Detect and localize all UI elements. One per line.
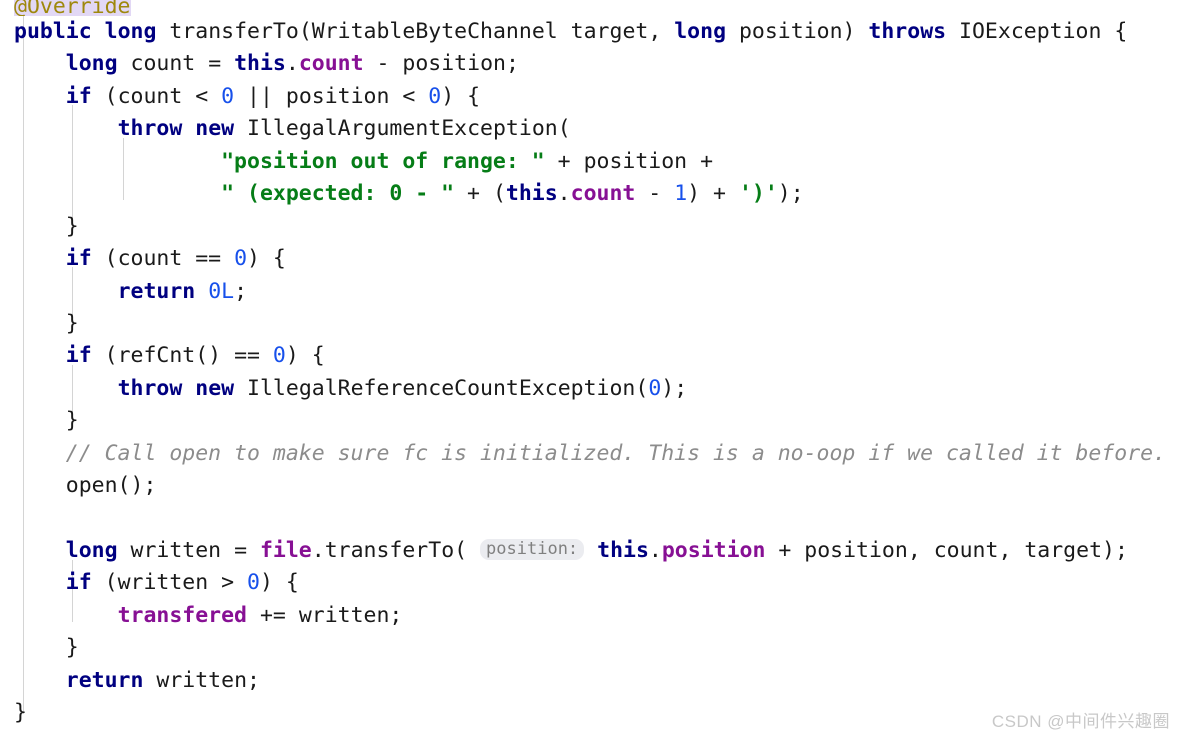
code-line-if-count-zero[interactable]: if (count == 0) { [0,243,1184,275]
code-line-throw-irce[interactable]: throw new IllegalReferenceCountException… [0,373,1184,405]
keyword-return-2: return [65,667,144,693]
var-count-ref: count [117,83,183,109]
var-count-ref-3: count [933,538,999,563]
number-zero-4: 0 [272,343,286,369]
number-zero-long: 0L [208,278,235,304]
code-line-if-range-check[interactable]: if (count < 0 || position < 0) { [0,81,1184,113]
var-written-ref: written [117,570,209,596]
code-line-close-brace-2[interactable]: } [0,308,1184,340]
keyword-long-4: long [65,538,118,563]
type-writablebytechannel: WritableByteChannel [311,19,558,44]
code-line-if-written[interactable]: if (written > 0) { [0,567,1184,599]
number-zero-2: 0 [428,83,442,109]
var-written: written [130,538,222,563]
keyword-if-4: if [65,570,92,596]
field-count-2: count [570,181,636,207]
keyword-public: public [14,19,92,44]
code-line-close-brace-1[interactable]: } [0,211,1184,243]
keyword-if: if [65,83,92,109]
code-line-string-expected[interactable]: " (expected: 0 - " + (this.count - 1) + … [0,178,1184,210]
code-line-transfered-add[interactable]: transfered += written; [0,600,1184,632]
param-position: position [738,19,843,44]
code-line-annotation[interactable]: @Override [0,0,1184,16]
code-line-close-brace-3[interactable]: } [0,405,1184,437]
keyword-throw-2: throw [117,375,183,401]
operator-plus-equals: += [259,602,286,628]
var-written-ref-3: written [156,667,248,693]
code-line-method-signature[interactable]: public long transferTo(WritableByteChann… [0,16,1184,48]
call-open: open(); [65,473,157,499]
number-zero-5: 0 [648,375,662,401]
number-zero-1: 0 [221,83,235,109]
keyword-if-3: if [65,343,92,369]
number-one: 1 [674,181,688,207]
method-refcnt: refCnt() [117,343,222,369]
string-expected: " (expected: 0 - " [221,181,455,207]
csdn-watermark: CSDN @中间件兴趣圈 [991,712,1170,731]
code-line-if-refcnt[interactable]: if (refCnt() == 0) { [0,340,1184,372]
inline-parameter-hint-position[interactable]: position: [480,539,585,560]
keyword-this: this [234,51,286,77]
code-line-close-brace-4[interactable]: } [0,632,1184,664]
field-count: count [298,51,364,77]
keyword-long-3: long [65,51,118,77]
keyword-this-3: this [597,538,649,563]
param-position-ref-3: position [583,148,688,174]
param-position-ref-4: position [804,538,908,563]
code-line-comment[interactable]: // Call open to make sure fc is initiali… [0,438,1184,470]
param-target: target [570,19,649,44]
string-position-out-of-range: "position out of range: " [221,148,545,174]
type-illegalargumentexception: IllegalArgumentException [247,116,558,142]
param-position-ref-2: position [285,83,390,109]
field-file: file [259,538,312,563]
field-transfered: transfered [117,602,248,628]
code-line-throw-iae[interactable]: throw new IllegalArgumentException( [0,113,1184,145]
keyword-new: new [195,116,235,142]
var-count-ref-2: count [117,246,183,272]
number-zero-3: 0 [234,246,248,272]
var-count: count [130,51,196,77]
code-line-return-written[interactable]: return written; [0,665,1184,697]
keyword-return: return [117,278,196,304]
annotation-override: @Override [14,0,131,16]
method-transferto-call: transferTo [324,538,455,563]
var-written-ref-2: written [298,602,390,628]
code-line-open-call[interactable]: open(); [0,470,1184,502]
keyword-long-2: long [674,19,727,44]
keyword-long: long [104,19,157,44]
code-line-return-zero[interactable]: return 0L; [0,276,1184,308]
keyword-throws: throws [868,19,947,44]
code-line-blank[interactable] [0,503,1184,535]
keyword-if-2: if [65,246,92,272]
char-close-paren: ')' [738,181,778,207]
number-zero-6: 0 [247,570,260,596]
param-position-ref: position [402,51,506,77]
type-ioexception: IOException [959,19,1102,44]
param-target-ref: target [1024,538,1103,563]
keyword-this-2: this [505,181,558,207]
type-illegalreferencecountexception: IllegalReferenceCountException [247,375,636,401]
field-position: position [661,538,766,563]
comment-open-note: // Call open to make sure fc is initiali… [65,440,1167,466]
keyword-throw: throw [117,116,183,142]
keyword-new-2: new [195,375,235,401]
code-line-count-decl[interactable]: long count = this.count - position; [0,48,1184,80]
method-name-transferto: transferTo [169,19,299,44]
code-editor[interactable]: @Override public long transferTo(Writabl… [0,0,1184,738]
code-line-written-decl[interactable]: long written = file.transferTo( position… [0,535,1184,567]
code-content[interactable]: @Override public long transferTo(Writabl… [0,0,1184,730]
code-line-string-position-out-of-range[interactable]: "position out of range: " + position + [0,146,1184,178]
